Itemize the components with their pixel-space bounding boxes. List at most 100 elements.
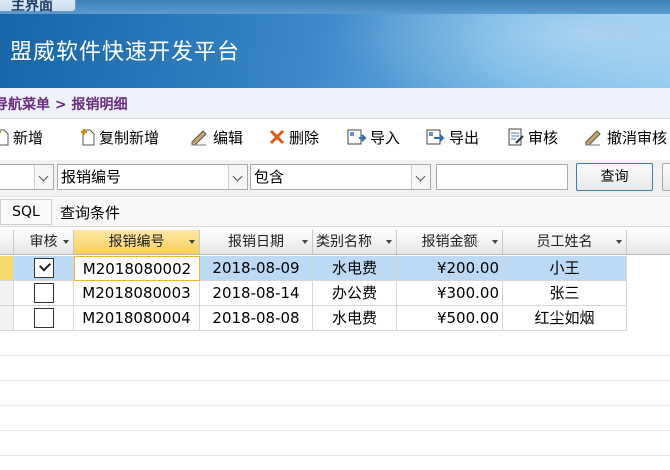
copy-add-button-label: 复制新增: [99, 128, 160, 147]
operator-select[interactable]: 包含: [250, 164, 431, 190]
column-header-amount[interactable]: 报销金额: [397, 230, 503, 254]
breadcrumb: 导航菜单 > 报销明细: [0, 88, 670, 119]
row-selector[interactable]: [0, 256, 14, 281]
employee-cell[interactable]: 张三: [503, 281, 627, 306]
extra-button[interactable]: [662, 163, 670, 191]
app-banner: 盟威软件快速开发平台: [0, 14, 670, 88]
audit-cell[interactable]: [14, 306, 74, 331]
export-icon: [426, 129, 445, 145]
grid-header: 审核 报销编号 报销日期 类别名称 报销金额 员工姓名: [0, 230, 670, 255]
copy-document-icon: [81, 129, 95, 146]
code-cell[interactable]: M2018080002: [74, 256, 200, 281]
new-document-icon: [0, 129, 9, 146]
edit-button[interactable]: 编辑: [190, 126, 243, 148]
import-button[interactable]: 导入: [347, 126, 400, 148]
chevron-down-icon[interactable]: [411, 165, 430, 189]
table-row[interactable]: M2018080002 2018-08-09 水电费 ¥200.00 小王: [0, 256, 670, 281]
empty-row: [0, 431, 670, 456]
employee-cell[interactable]: 红尘如烟: [503, 306, 627, 331]
audit-checkbox[interactable]: [33, 308, 54, 328]
delete-button-label: 删除: [289, 128, 320, 147]
dropdown-arrow-icon[interactable]: [189, 240, 195, 244]
employee-cell[interactable]: 小王: [503, 256, 627, 281]
add-button[interactable]: 新增: [0, 126, 43, 148]
empty-row: [0, 356, 670, 381]
data-grid: 审核 报销编号 报销日期 类别名称 报销金额 员工姓名 M2018080002 …: [0, 230, 670, 470]
export-button[interactable]: 导出: [426, 126, 479, 148]
audit-cell[interactable]: [14, 256, 74, 281]
column-header-label: 员工姓名: [536, 234, 593, 250]
audit-button[interactable]: 审核: [507, 126, 558, 148]
app-title: 盟威软件快速开发平台: [10, 40, 241, 65]
audit-cell[interactable]: [14, 281, 74, 306]
column-header-label: 报销金额: [421, 234, 478, 250]
toolbar: 新增 复制新增 编辑 删除 导入 导出 审核 撤消审核: [0, 119, 670, 157]
table-row[interactable]: M2018080004 2018-08-08 水电费 ¥500.00 红尘如烟: [0, 306, 670, 331]
chevron-down-icon[interactable]: [228, 165, 247, 189]
amount-cell[interactable]: ¥300.00: [397, 281, 503, 306]
table-row[interactable]: M2018080003 2018-08-14 办公费 ¥300.00 张三: [0, 281, 670, 306]
column-header-employee[interactable]: 员工姓名: [503, 230, 627, 254]
column-header-label: 审核: [29, 234, 58, 250]
audit-checkbox[interactable]: [33, 258, 54, 278]
row-selector[interactable]: [0, 281, 14, 306]
sql-bar: SQL 查询条件: [0, 198, 670, 227]
banner-decoration: [330, 14, 670, 88]
amount-cell[interactable]: ¥200.00: [397, 256, 503, 281]
dropdown-arrow-icon[interactable]: [302, 240, 308, 244]
sql-tab[interactable]: SQL: [0, 199, 52, 225]
operator-select-value: 包含: [254, 168, 285, 186]
date-cell[interactable]: 2018-08-08: [200, 306, 313, 331]
tab-main[interactable]: 主界面: [0, 0, 76, 14]
add-button-label: 新增: [13, 128, 44, 147]
column-header-audit[interactable]: 审核: [14, 230, 74, 254]
import-button-label: 导入: [370, 128, 401, 147]
audit-document-icon: [508, 128, 524, 146]
window-tab-strip: 主界面: [0, 0, 670, 14]
column-header-code[interactable]: 报销编号: [74, 230, 200, 254]
category-cell[interactable]: 水电费: [313, 256, 397, 281]
breadcrumb-text: 导航菜单 > 报销明细: [0, 97, 128, 113]
code-cell[interactable]: M2018080004: [74, 306, 200, 331]
audit-button-label: 审核: [528, 128, 559, 147]
delete-button[interactable]: 删除: [268, 126, 319, 148]
dropdown-arrow-icon[interactable]: [63, 240, 69, 244]
field-select-value: 报销编号: [61, 168, 122, 186]
copy-add-button[interactable]: 复制新增: [80, 126, 159, 148]
export-button-label: 导出: [449, 128, 480, 147]
query-condition-label: 查询条件: [60, 204, 121, 222]
date-cell[interactable]: 2018-08-14: [200, 281, 313, 306]
logic-select[interactable]: [0, 164, 54, 190]
row-selector[interactable]: [0, 306, 14, 331]
unaudit-button[interactable]: 撤消审核: [584, 126, 667, 148]
column-header-label: 类别名称: [316, 234, 372, 250]
row-selector-header: [0, 230, 14, 254]
undo-audit-icon: [585, 130, 601, 146]
unaudit-button-label: 撤消审核: [607, 128, 668, 147]
keyword-input[interactable]: [436, 164, 568, 190]
field-select[interactable]: 报销编号: [57, 164, 248, 190]
chevron-down-icon[interactable]: [34, 165, 53, 189]
filter-bar: 报销编号 包含 查询: [0, 160, 670, 197]
empty-row: [0, 331, 670, 356]
dropdown-arrow-icon[interactable]: [492, 240, 498, 244]
dropdown-arrow-icon[interactable]: [616, 240, 622, 244]
column-header-label: 报销编号: [108, 234, 165, 250]
import-icon: [347, 129, 367, 145]
code-cell[interactable]: M2018080003: [74, 281, 200, 306]
dropdown-arrow-icon[interactable]: [386, 240, 392, 244]
column-header-label: 报销日期: [228, 234, 284, 250]
query-button[interactable]: 查询: [576, 163, 653, 191]
category-cell[interactable]: 办公费: [313, 281, 397, 306]
empty-row: [0, 406, 670, 431]
amount-cell[interactable]: ¥500.00: [397, 306, 503, 331]
category-cell[interactable]: 水电费: [313, 306, 397, 331]
column-header-date[interactable]: 报销日期: [200, 230, 313, 254]
audit-checkbox[interactable]: [33, 283, 54, 303]
edit-button-label: 编辑: [213, 128, 244, 147]
column-header-category[interactable]: 类别名称: [313, 230, 397, 254]
edit-pencil-icon: [191, 130, 207, 146]
date-cell[interactable]: 2018-08-09: [200, 256, 313, 281]
empty-row: [0, 381, 670, 406]
delete-x-icon: [269, 129, 285, 145]
